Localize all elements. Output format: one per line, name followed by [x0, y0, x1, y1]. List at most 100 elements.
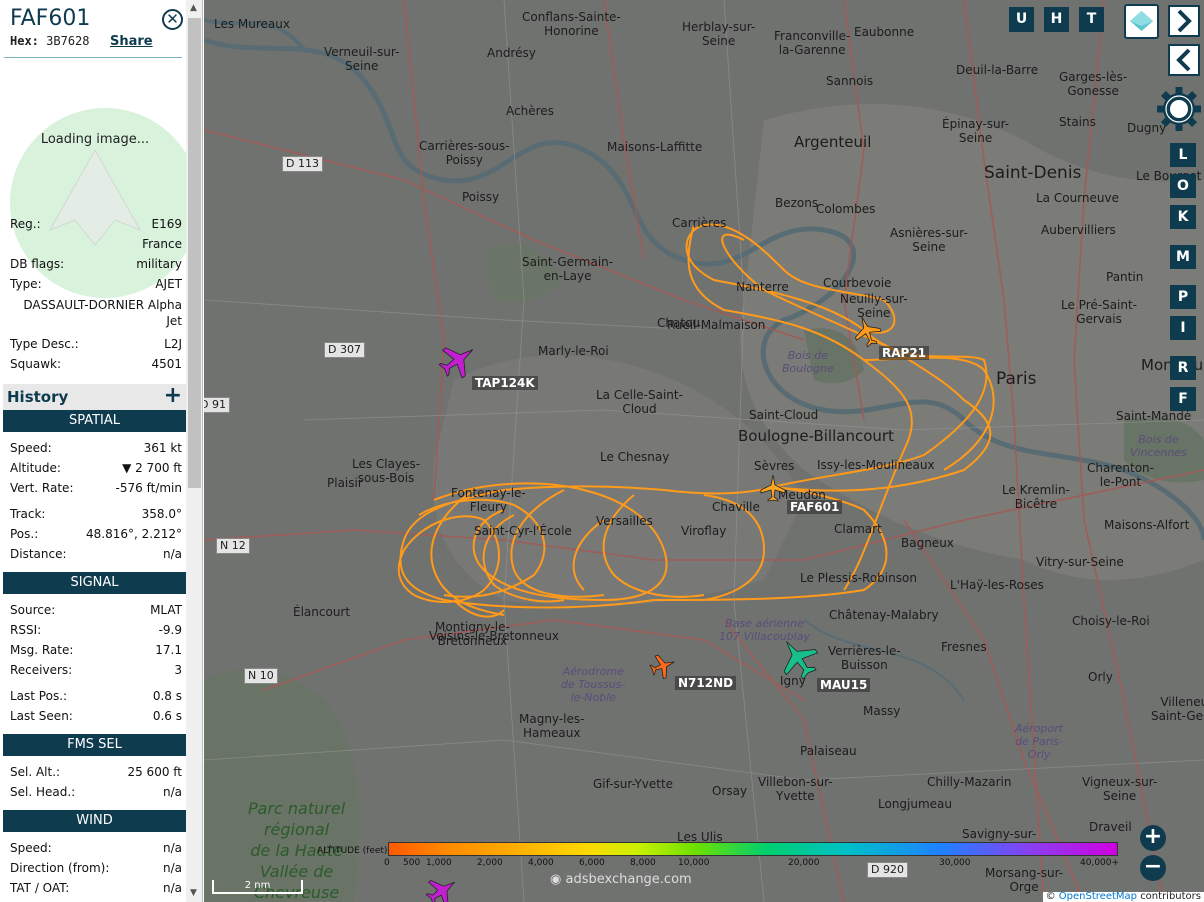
map-place-label: Pantin — [1106, 270, 1144, 284]
hex-value: 3B7628 — [46, 34, 90, 48]
altitude-tick: 2,000 — [477, 858, 503, 868]
toggle-k-button[interactable]: K — [1170, 205, 1196, 229]
detail-row: Type: AJET — [10, 277, 182, 291]
map-place-label: Conflans-Sainte- Honorine — [522, 10, 621, 38]
altitude-tick: 20,000 — [788, 858, 820, 868]
info-row: Sel. Alt.: 25 600 ft — [10, 765, 182, 779]
map-place-label: Draveil — [1089, 820, 1132, 834]
aircraft-marker-partial[interactable] — [424, 876, 460, 902]
attribution-link[interactable]: OpenStreetMap — [1059, 891, 1137, 902]
altitude-tick: 4,000 — [528, 858, 554, 868]
info-row: Track: 358.0° — [10, 507, 182, 521]
detail-row: DB flags: military — [10, 257, 182, 271]
toggle-h-button[interactable]: H — [1044, 7, 1069, 32]
altitude-color-bar — [388, 842, 1118, 856]
map-place-label: Sèvres — [754, 459, 795, 473]
share-link[interactable]: Share — [110, 34, 153, 49]
map-place-label: Le Chesnay — [600, 450, 670, 464]
close-icon[interactable]: ✕ — [162, 9, 183, 30]
road-label: D 113 — [282, 156, 323, 172]
toggle-i-button[interactable]: I — [1170, 316, 1196, 340]
map-place-label: Fresnes — [941, 640, 987, 654]
collapse-left-button[interactable] — [1168, 44, 1200, 76]
aircraft-marker-tap124k[interactable] — [438, 340, 478, 380]
zoom-in-button[interactable]: + — [1140, 825, 1166, 851]
info-row: Last Seen: 0.6 s — [10, 709, 182, 723]
map-place-label: Choisy-le-Roi — [1072, 614, 1150, 628]
map-place-label: Andrésy — [487, 46, 536, 60]
detail-row: Type Desc.: L2J — [10, 337, 182, 351]
scroll-down-icon[interactable]: ▼ — [190, 888, 197, 898]
map-place-label: Stains — [1059, 115, 1096, 129]
map-place-label: Asnières-sur- Seine — [890, 226, 968, 254]
brand-logo-icon: ◉ — [550, 872, 562, 887]
map-place-label: Villeneuve- Saint-Georges — [1151, 695, 1204, 723]
map-place-label: Charenton- le-Pont — [1087, 461, 1154, 489]
map-place-label: La Celle-Saint- Cloud — [596, 388, 683, 416]
toggle-m-button[interactable]: M — [1170, 245, 1196, 269]
map-place-label: Clamart — [834, 522, 882, 536]
map-place-label: La Courneuve — [1036, 191, 1119, 205]
info-row: Pos.: 48.816°, 2.212° — [10, 527, 182, 541]
altitude-tick: 30,000 — [939, 858, 971, 868]
scroll-up-icon[interactable]: ▲ — [190, 3, 197, 13]
map-place-label: Orsay — [712, 784, 748, 798]
toggle-r-button[interactable]: R — [1170, 356, 1196, 380]
map-place-label: Longjumeau — [878, 797, 953, 811]
map-area-label: Aérodrome de Toussus- le-Noble — [561, 665, 626, 704]
aircraft-marker-faf601[interactable] — [758, 473, 788, 503]
section-wind: WIND — [3, 810, 186, 832]
aircraft-marker-rap21[interactable] — [850, 314, 884, 348]
aircraft-label[interactable]: RAP21 — [879, 346, 930, 360]
map-place-label: Maisons-Alfort — [1104, 518, 1190, 532]
map-place-label: Carrières-sous- Poissy — [419, 139, 510, 167]
scrollbar-thumb[interactable] — [188, 18, 201, 488]
map-place-label: Herblay-sur- Seine — [682, 20, 756, 48]
map-place-label: L'Haÿ-les-Roses — [950, 578, 1044, 592]
zoom-out-button[interactable]: − — [1140, 855, 1166, 881]
info-row: Vert. Rate: -576 ft/min — [10, 481, 182, 495]
map-place-label: Marly-le-Roi — [538, 344, 609, 358]
map-place-label: Boulogne-Billancourt — [738, 427, 894, 445]
road-label: D 91 — [204, 397, 230, 413]
aircraft-label[interactable]: FAF601 — [787, 500, 843, 514]
aircraft-marker-mau15[interactable] — [776, 636, 820, 680]
info-row: Sel. Head.: n/a — [10, 785, 182, 799]
toggle-l-button[interactable]: L — [1170, 143, 1196, 167]
aircraft-info-panel: FAF601 ✕ Hex: 3B7628 Share Loading image… — [0, 0, 203, 902]
toggle-f-button[interactable]: F — [1170, 387, 1196, 411]
expand-right-button[interactable] — [1168, 5, 1200, 37]
map-area-label: Bois de Vincennes — [1130, 433, 1187, 459]
layers-button[interactable] — [1124, 4, 1159, 39]
map-place-label: Les Mureaux — [214, 17, 290, 31]
history-header[interactable]: History + — [3, 384, 186, 410]
map-place-label: Voisins-le-Bretonneux — [429, 629, 559, 643]
map-place-label: Chilly-Mazarin — [927, 775, 1012, 789]
map-place-label: Franconville- la-Garenne — [774, 29, 851, 57]
plus-icon[interactable]: + — [164, 385, 182, 407]
gear-icon[interactable] — [1156, 86, 1202, 132]
toggle-o-button[interactable]: O — [1170, 174, 1196, 198]
aircraft-marker-n712nd[interactable] — [648, 651, 678, 681]
map-place-label: Carrières — [672, 216, 727, 230]
map-place-label: Versailles — [596, 514, 653, 528]
toggle-t-button[interactable]: T — [1079, 7, 1104, 32]
map-view[interactable]: Les Mureaux Verneuil-sur- Seine Andrésy … — [204, 0, 1204, 902]
aircraft-label[interactable]: MAU15 — [817, 678, 871, 692]
info-row: Speed: n/a — [10, 841, 182, 855]
aircraft-label[interactable]: TAP124K — [472, 376, 538, 390]
altitude-legend: ALTITUDE (feet) 0 500 1,000 2,000 4,000 … — [314, 838, 1124, 874]
map-place-label: Achères — [506, 104, 554, 118]
map-place-label: Argenteuil — [794, 133, 872, 151]
toggle-p-button[interactable]: P — [1170, 285, 1196, 309]
toggle-u-button[interactable]: U — [1009, 7, 1034, 32]
map-place-label: Villebon-sur- Yvette — [758, 775, 833, 803]
map-area-label: Bois de Boulogne — [782, 349, 834, 375]
map-place-label: Massy — [863, 704, 901, 718]
altitude-legend-title: ALTITUDE (feet) — [317, 846, 388, 856]
sidebar-scrollbar[interactable]: ▲ ▼ — [186, 0, 202, 902]
aircraft-label[interactable]: N712ND — [675, 676, 737, 690]
flight-track — [397, 223, 995, 618]
brand-text: adsbexchange.com — [565, 872, 692, 887]
map-place-label: Le Pré-Saint- Gervais — [1061, 298, 1138, 326]
